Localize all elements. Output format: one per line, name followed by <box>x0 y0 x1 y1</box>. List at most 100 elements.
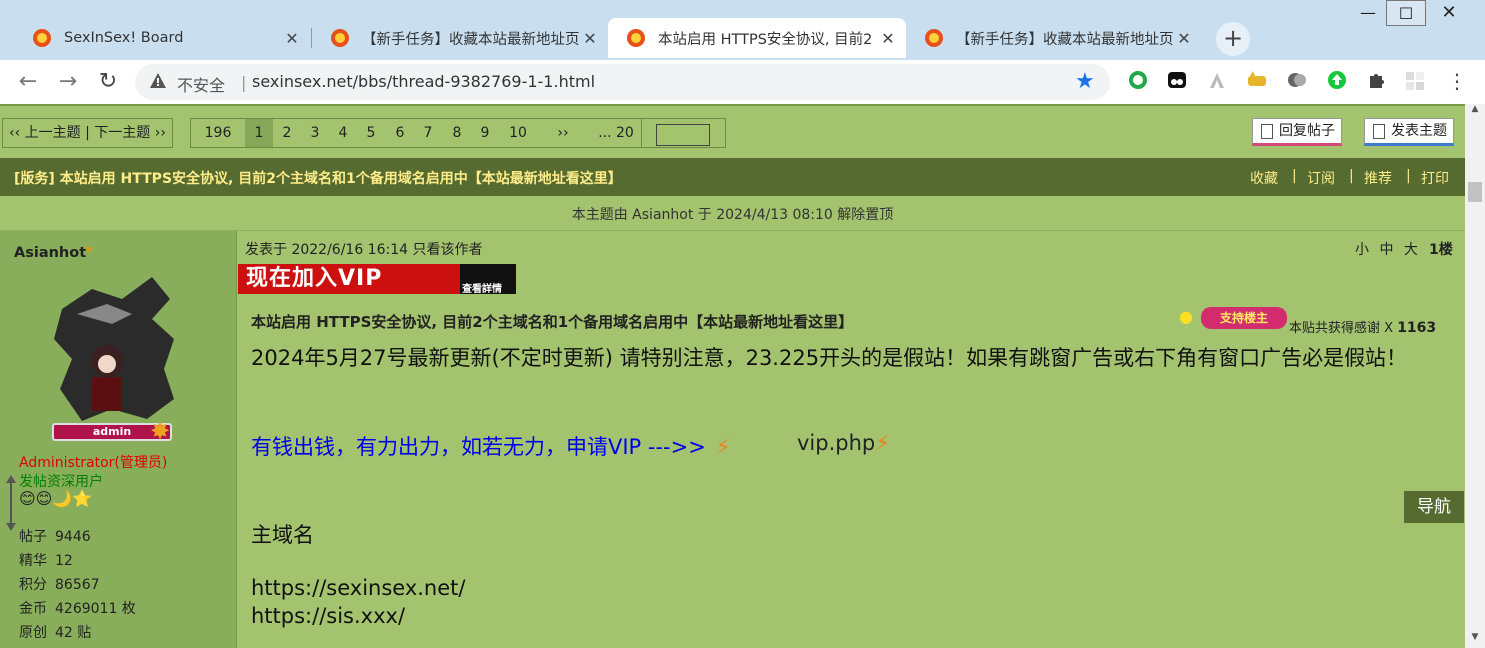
header-separator: | <box>1349 168 1354 184</box>
lightning-icon: ⚡ <box>875 431 890 455</box>
tab-close-icon[interactable]: ✕ <box>1176 29 1192 48</box>
page-3[interactable]: 3 <box>303 119 327 147</box>
vip-link-text[interactable]: vip.php <box>797 431 875 455</box>
url-text[interactable]: sexinsex.net/bbs/thread-9382769-1-1.html <box>252 72 595 91</box>
stat-value: 86567 <box>55 577 100 593</box>
minimize-button[interactable]: — <box>1348 0 1388 26</box>
warning-icon <box>150 73 166 88</box>
post-meta[interactable]: 发表于 2022/6/16 16:14 只看该作者 <box>245 239 482 259</box>
page-8[interactable]: 8 <box>445 119 469 147</box>
extension-ring-icon[interactable] <box>1127 70 1149 92</box>
thanks-number: 1163 <box>1397 320 1437 336</box>
extension-a-icon[interactable] <box>1206 70 1228 92</box>
domain-link-2[interactable]: https://sis.xxx/ <box>251 604 405 628</box>
author-medals: 😊😊🌙⭐ <box>19 489 93 508</box>
page-jump-input[interactable] <box>656 124 710 146</box>
browser-toolbar: ← → ↻ 不安全 | sexinsex.net/bbs/thread-9382… <box>0 60 1485 104</box>
stat-label: 帖子 <box>19 529 47 545</box>
subscribe-link[interactable]: 订阅 <box>1307 168 1335 188</box>
stat-label: 积分 <box>19 577 47 593</box>
page-5[interactable]: 5 <box>359 119 383 147</box>
tab-close-icon[interactable]: ✕ <box>582 29 598 48</box>
notice-text: 本主题由 Asianhot 于 2024/4/13 08:10 解除置顶 <box>571 207 894 223</box>
extensions-puzzle-icon[interactable] <box>1366 70 1388 92</box>
reload-button[interactable]: ↻ <box>94 68 122 96</box>
extension-green-icon[interactable] <box>1326 70 1348 92</box>
back-button[interactable]: ← <box>14 68 42 96</box>
page-6[interactable]: 6 <box>388 119 412 147</box>
lightning-icon: ⚡ <box>715 435 731 459</box>
pager-divider <box>641 119 642 147</box>
extension-circles-icon[interactable] <box>1286 70 1308 92</box>
resize-handle-icon[interactable] <box>6 475 16 531</box>
stat-value: 4269011 枚 <box>55 601 136 617</box>
browser-tab-3[interactable]: 本站启用 HTTPS安全协议, 目前2 ✕ <box>608 18 906 58</box>
browser-tab-2[interactable]: 【新手任务】收藏本站最新地址页 ✕ <box>312 18 608 58</box>
scrollbar-thumb[interactable] <box>1468 182 1482 202</box>
vip-appeal-text: 有钱出钱，有力出力，如若无力，申请VIP --->> <box>251 435 706 459</box>
post-title: 本站启用 HTTPS安全协议, 目前2个主域名和1个备用域名启用中【本站最新地址… <box>251 313 854 331</box>
domain-link-1[interactable]: https://sexinsex.net/ <box>251 576 465 600</box>
new-topic-button[interactable]: 发表主题 <box>1364 118 1454 146</box>
vip-banner-sub: 查看詳情 <box>462 284 502 295</box>
site-favicon-icon <box>331 29 349 47</box>
navigation-button[interactable]: 导航 <box>1404 491 1464 523</box>
page-scrollbar[interactable]: ▲ ▼ <box>1465 104 1485 648</box>
header-separator: | <box>1292 168 1297 184</box>
stat-label: 原创 <box>19 625 47 641</box>
new-tab-button[interactable]: + <box>1216 22 1250 56</box>
url-separator: | <box>241 73 247 92</box>
reply-button[interactable]: 回复帖子 <box>1252 118 1342 146</box>
tab-strip: SexInSex! Board ✕ 【新手任务】收藏本站最新地址页 ✕ 本站启用… <box>0 0 1485 60</box>
support-op-badge[interactable]: 支持楼主 <box>1201 307 1287 329</box>
print-link[interactable]: 打印 <box>1421 168 1449 188</box>
page-7[interactable]: 7 <box>416 119 440 147</box>
font-size-controls[interactable]: 小 中 大 <box>1355 239 1418 259</box>
stat-value: 42 贴 <box>55 625 92 641</box>
page-2[interactable]: 2 <box>275 119 299 147</box>
post-floor: 1楼 <box>1429 242 1453 258</box>
browser-menu-icon[interactable]: ⋮ <box>1446 70 1468 92</box>
author-menu-icon[interactable] <box>84 247 94 253</box>
forward-button[interactable]: → <box>54 68 82 96</box>
profile-avatar[interactable] <box>1404 70 1426 92</box>
last-page[interactable]: ... 20 <box>593 119 639 147</box>
tab-close-icon[interactable]: ✕ <box>284 29 300 48</box>
domain-heading: 主域名 <box>251 523 314 547</box>
browser-tab-4[interactable]: 【新手任务】收藏本站最新地址页 ✕ <box>906 18 1202 58</box>
scroll-up-icon[interactable]: ▲ <box>1465 104 1485 118</box>
favorite-link[interactable]: 收藏 <box>1250 168 1278 188</box>
reply-doc-icon <box>1261 124 1273 139</box>
next-page[interactable]: ›› <box>549 119 577 147</box>
thanks-label: 本贴共获得感谢 X <box>1289 321 1394 336</box>
recommend-link[interactable]: 推荐 <box>1364 168 1392 188</box>
address-bar[interactable]: 不安全 | sexinsex.net/bbs/thread-9382769-1-… <box>135 64 1110 100</box>
site-favicon-icon <box>627 29 645 47</box>
page-4[interactable]: 4 <box>331 119 355 147</box>
pagination: 196 1 2 3 4 5 6 7 8 9 10 ›› ... 20 <box>190 118 726 148</box>
extension-cat-icon[interactable] <box>1246 70 1268 92</box>
prev-next-thread-links[interactable]: ‹‹ 上一主题 | 下一主题 ›› <box>2 118 173 148</box>
vip-link[interactable]: vip.php⚡ <box>797 431 890 455</box>
scroll-down-icon[interactable]: ▼ <box>1465 632 1485 646</box>
reply-button-label: 回复帖子 <box>1279 123 1335 139</box>
author-name[interactable]: Asianhot <box>14 245 86 261</box>
close-window-button[interactable]: ✕ <box>1426 0 1472 26</box>
maximize-button[interactable]: ☐ <box>1386 0 1426 26</box>
stat-gold: 金币 4269011 枚 <box>19 598 136 618</box>
browser-tab-1[interactable]: SexInSex! Board ✕ <box>14 18 310 58</box>
page-1[interactable]: 1 <box>245 119 273 147</box>
pagination-total: 196 <box>204 125 232 141</box>
vip-banner[interactable]: 现在加入VIP 查看詳情 <box>238 264 516 295</box>
page-9[interactable]: 9 <box>473 119 497 147</box>
extension-tampermonkey-icon[interactable] <box>1166 70 1188 92</box>
author-role: Administrator(管理员) <box>19 455 168 471</box>
stat-digest: 精华 12 <box>19 550 73 570</box>
bookmark-star-icon[interactable]: ★ <box>1075 69 1095 94</box>
stat-label: 金币 <box>19 601 47 617</box>
page-10[interactable]: 10 <box>503 119 533 147</box>
tab-title: SexInSex! Board <box>64 30 184 46</box>
pager-bar: ‹‹ 上一主题 | 下一主题 ›› 196 1 2 3 4 5 6 7 8 9 … <box>0 104 1485 160</box>
tab-close-icon[interactable]: ✕ <box>880 29 896 48</box>
stat-value: 9446 <box>55 529 91 545</box>
